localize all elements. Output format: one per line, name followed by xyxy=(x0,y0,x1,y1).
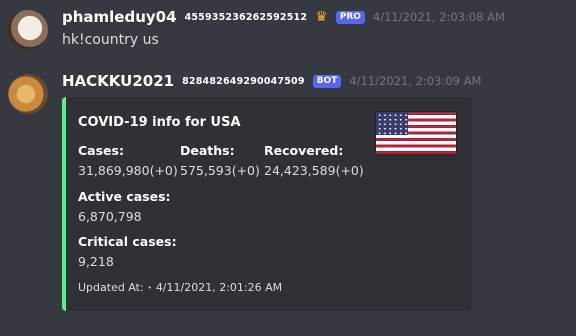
field-recovered: Recovered: 24,423,589(+0) xyxy=(264,143,364,178)
bot-badge: BOT xyxy=(312,74,342,88)
message-text: hk!country us xyxy=(62,32,159,48)
footer-timestamp: 4/11/2021, 2:01:26 AM xyxy=(155,281,283,294)
footer-label: Updated At: xyxy=(78,281,144,294)
crown-icon: ♛ xyxy=(315,9,328,25)
bot-avatar[interactable] xyxy=(8,74,48,114)
user-avatar[interactable] xyxy=(8,10,48,50)
field-name: Cases: xyxy=(78,143,124,158)
field-name: Active cases: xyxy=(78,189,171,204)
field-value: 575,593(+0) xyxy=(180,163,260,178)
field-value: 31,869,980(+0) xyxy=(78,163,178,178)
field-name: Critical cases: xyxy=(78,234,177,249)
field-value: 24,423,589(+0) xyxy=(264,163,364,178)
covid-embed: COVID-19 info for USA Cases: 31,869,980(… xyxy=(62,97,472,311)
field-deaths: Deaths: 575,593(+0) xyxy=(180,143,260,178)
user-id: 455935236262592512 xyxy=(184,11,308,23)
message-timestamp[interactable]: 4/11/2021, 2:03:08 AM xyxy=(373,10,505,24)
flag-canton xyxy=(376,112,408,135)
message-header: HACKKU2021 828482649290047509 BOT 4/11/2… xyxy=(62,72,481,90)
embed-footer: Updated At: • 4/11/2021, 2:01:26 AM xyxy=(78,281,282,294)
footer-separator: • xyxy=(147,283,152,292)
username[interactable]: HACKKU2021 xyxy=(62,72,174,90)
us-flag-thumbnail[interactable] xyxy=(376,112,456,154)
field-name: Recovered: xyxy=(264,143,344,158)
field-active-cases: Active cases: 6,870,798 xyxy=(78,189,171,224)
embed-title: COVID-19 info for USA xyxy=(78,115,241,130)
username[interactable]: phamleduy04 xyxy=(62,8,177,26)
pro-badge: PRO xyxy=(335,10,365,24)
user-id: 828482649290047509 xyxy=(182,75,305,87)
field-name: Deaths: xyxy=(180,143,235,158)
message-timestamp[interactable]: 4/11/2021, 2:03:09 AM xyxy=(349,74,481,88)
field-value: 6,870,798 xyxy=(78,209,142,224)
field-cases: Cases: 31,869,980(+0) xyxy=(78,143,178,178)
field-value: 9,218 xyxy=(78,254,114,269)
message-header: phamleduy04 455935236262592512 ♛ PRO 4/1… xyxy=(62,8,505,26)
field-critical-cases: Critical cases: 9,218 xyxy=(78,234,177,269)
